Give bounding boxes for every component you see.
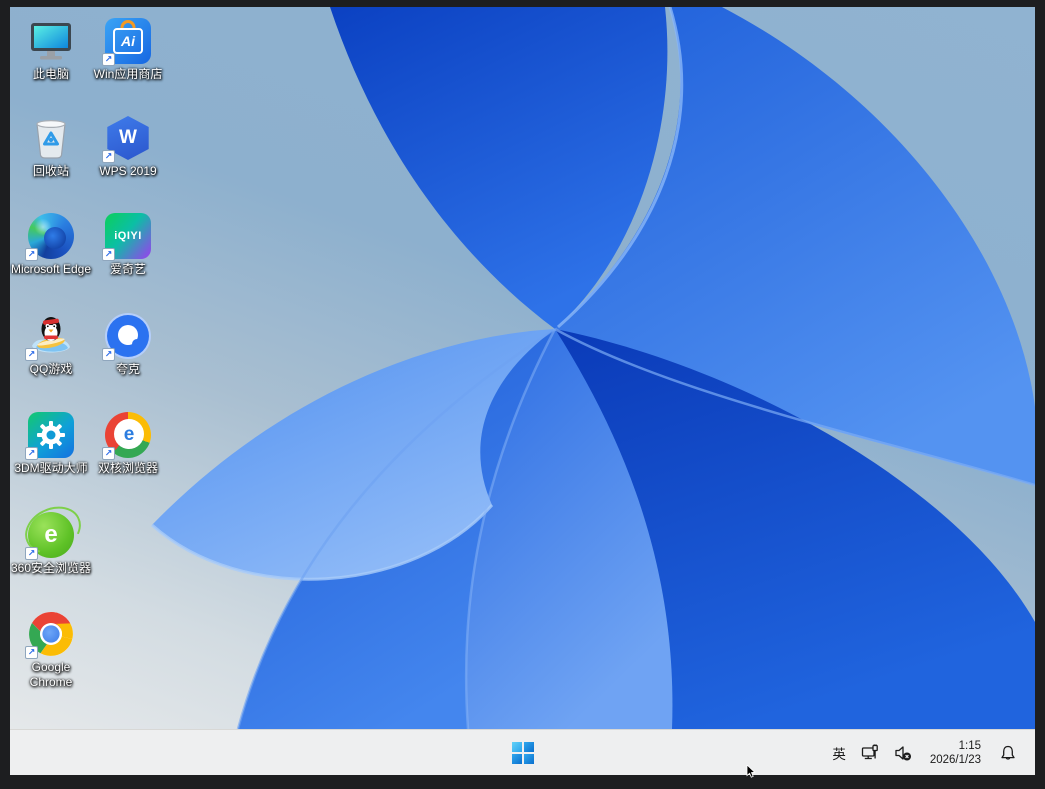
icon-label: 双核浏览器: [97, 461, 158, 475]
gear-icon: [37, 421, 65, 449]
icon-label: 360安全浏览器: [10, 561, 92, 575]
microsoft-edge-icon: ↗: [25, 213, 74, 261]
system-tray: 英 1:15 2026/1/23: [830, 730, 1035, 775]
win-app-store-icon: Ai ↗: [102, 18, 151, 66]
3dm-driver-master-icon: ↗: [25, 412, 74, 460]
icon-label: 回收站: [32, 164, 69, 178]
shortcut-arrow-icon: ↗: [102, 150, 115, 163]
wps-w-glyph: W: [119, 127, 137, 148]
shortcut-arrow-icon: ↗: [25, 547, 38, 560]
qq-games-icon: ↗: [25, 313, 74, 361]
shortcut-arrow-icon: ↗: [25, 248, 38, 261]
360-secure-browser-icon: e ↗: [25, 512, 74, 560]
dual-core-e-glyph: e: [114, 419, 144, 449]
input-language-indicator[interactable]: 英: [830, 736, 848, 770]
taskbar: 英 1:15 2026/1/23: [10, 729, 1035, 775]
desktop-icon-microsoft-edge[interactable]: ↗ Microsoft Edge: [10, 213, 92, 277]
icon-label: 爱奇艺: [109, 262, 146, 276]
desktop-icon-quark[interactable]: ↗ 夸克: [87, 313, 169, 377]
icon-label: Microsoft Edge: [10, 262, 92, 276]
360-e-glyph: e: [44, 521, 58, 548]
icon-label: Win应用商店: [93, 67, 163, 81]
quark-icon: ↗: [102, 313, 151, 361]
desktop-icon-3dm-driver-master[interactable]: ↗ 3DM驱动大师: [10, 412, 92, 476]
network-ethernet-icon[interactable]: [859, 736, 881, 770]
shortcut-arrow-icon: ↗: [102, 53, 115, 66]
icon-label: QQ游戏: [29, 362, 73, 376]
desktop-icon-google-chrome[interactable]: ↗ Google Chrome: [10, 611, 92, 690]
desktop-icon-360-secure-browser[interactable]: e ↗ 360安全浏览器: [10, 512, 92, 576]
recycle-bin-icon: [28, 115, 74, 161]
icon-label: 此电脑: [32, 67, 69, 81]
icon-label: Google Chrome: [29, 660, 73, 689]
desktop-icon-recycle-bin[interactable]: 回收站: [10, 115, 92, 179]
desktop-icon-win-app-store[interactable]: Ai ↗ Win应用商店: [87, 18, 169, 82]
google-chrome-icon: ↗: [25, 611, 74, 659]
dual-core-browser-icon: e ↗: [102, 412, 151, 460]
store-bag: Ai: [113, 28, 143, 54]
shortcut-arrow-icon: ↗: [25, 447, 38, 460]
icon-label: 夸克: [115, 362, 140, 376]
icon-label: WPS 2019: [99, 164, 157, 178]
shortcut-arrow-icon: ↗: [102, 348, 115, 361]
date-text: 2026/1/23: [929, 753, 981, 766]
desktop-icon-dual-core-browser[interactable]: e ↗ 双核浏览器: [87, 412, 169, 476]
desktop-icon-wps-2019[interactable]: W ↗ WPS 2019: [87, 115, 169, 179]
desktop-surface[interactable]: 此电脑 Ai ↗ Win应用商店 回收站 W ↗ WPS 2019 ↗ Micr…: [10, 7, 1035, 729]
desktop-icon-qq-games[interactable]: ↗ QQ游戏: [10, 313, 92, 377]
iqiyi-icon: iQIYI ↗: [102, 213, 151, 261]
desktop-icon-this-pc[interactable]: 此电脑: [10, 18, 92, 82]
clock[interactable]: 1:15 2026/1/23: [928, 736, 983, 770]
volume-muted-icon[interactable]: [892, 736, 914, 770]
shortcut-arrow-icon: ↗: [102, 447, 115, 460]
this-pc-icon: [28, 18, 74, 64]
shortcut-arrow-icon: ↗: [25, 348, 38, 361]
time-text: 1:15: [958, 739, 981, 752]
icon-label: 3DM驱动大师: [14, 461, 88, 475]
iqiyi-wordmark: iQIYI: [114, 230, 142, 242]
windows-logo-icon: [511, 741, 534, 764]
shortcut-arrow-icon: ↗: [102, 248, 115, 261]
start-button[interactable]: [503, 733, 543, 773]
notifications-bell-icon[interactable]: [997, 736, 1019, 770]
shortcut-arrow-icon: ↗: [25, 646, 38, 659]
wps-2019-icon: W ↗: [102, 115, 151, 163]
screen-frame: 此电脑 Ai ↗ Win应用商店 回收站 W ↗ WPS 2019 ↗ Micr…: [0, 0, 1045, 789]
desktop-icon-iqiyi[interactable]: iQIYI ↗ 爱奇艺: [87, 213, 169, 277]
